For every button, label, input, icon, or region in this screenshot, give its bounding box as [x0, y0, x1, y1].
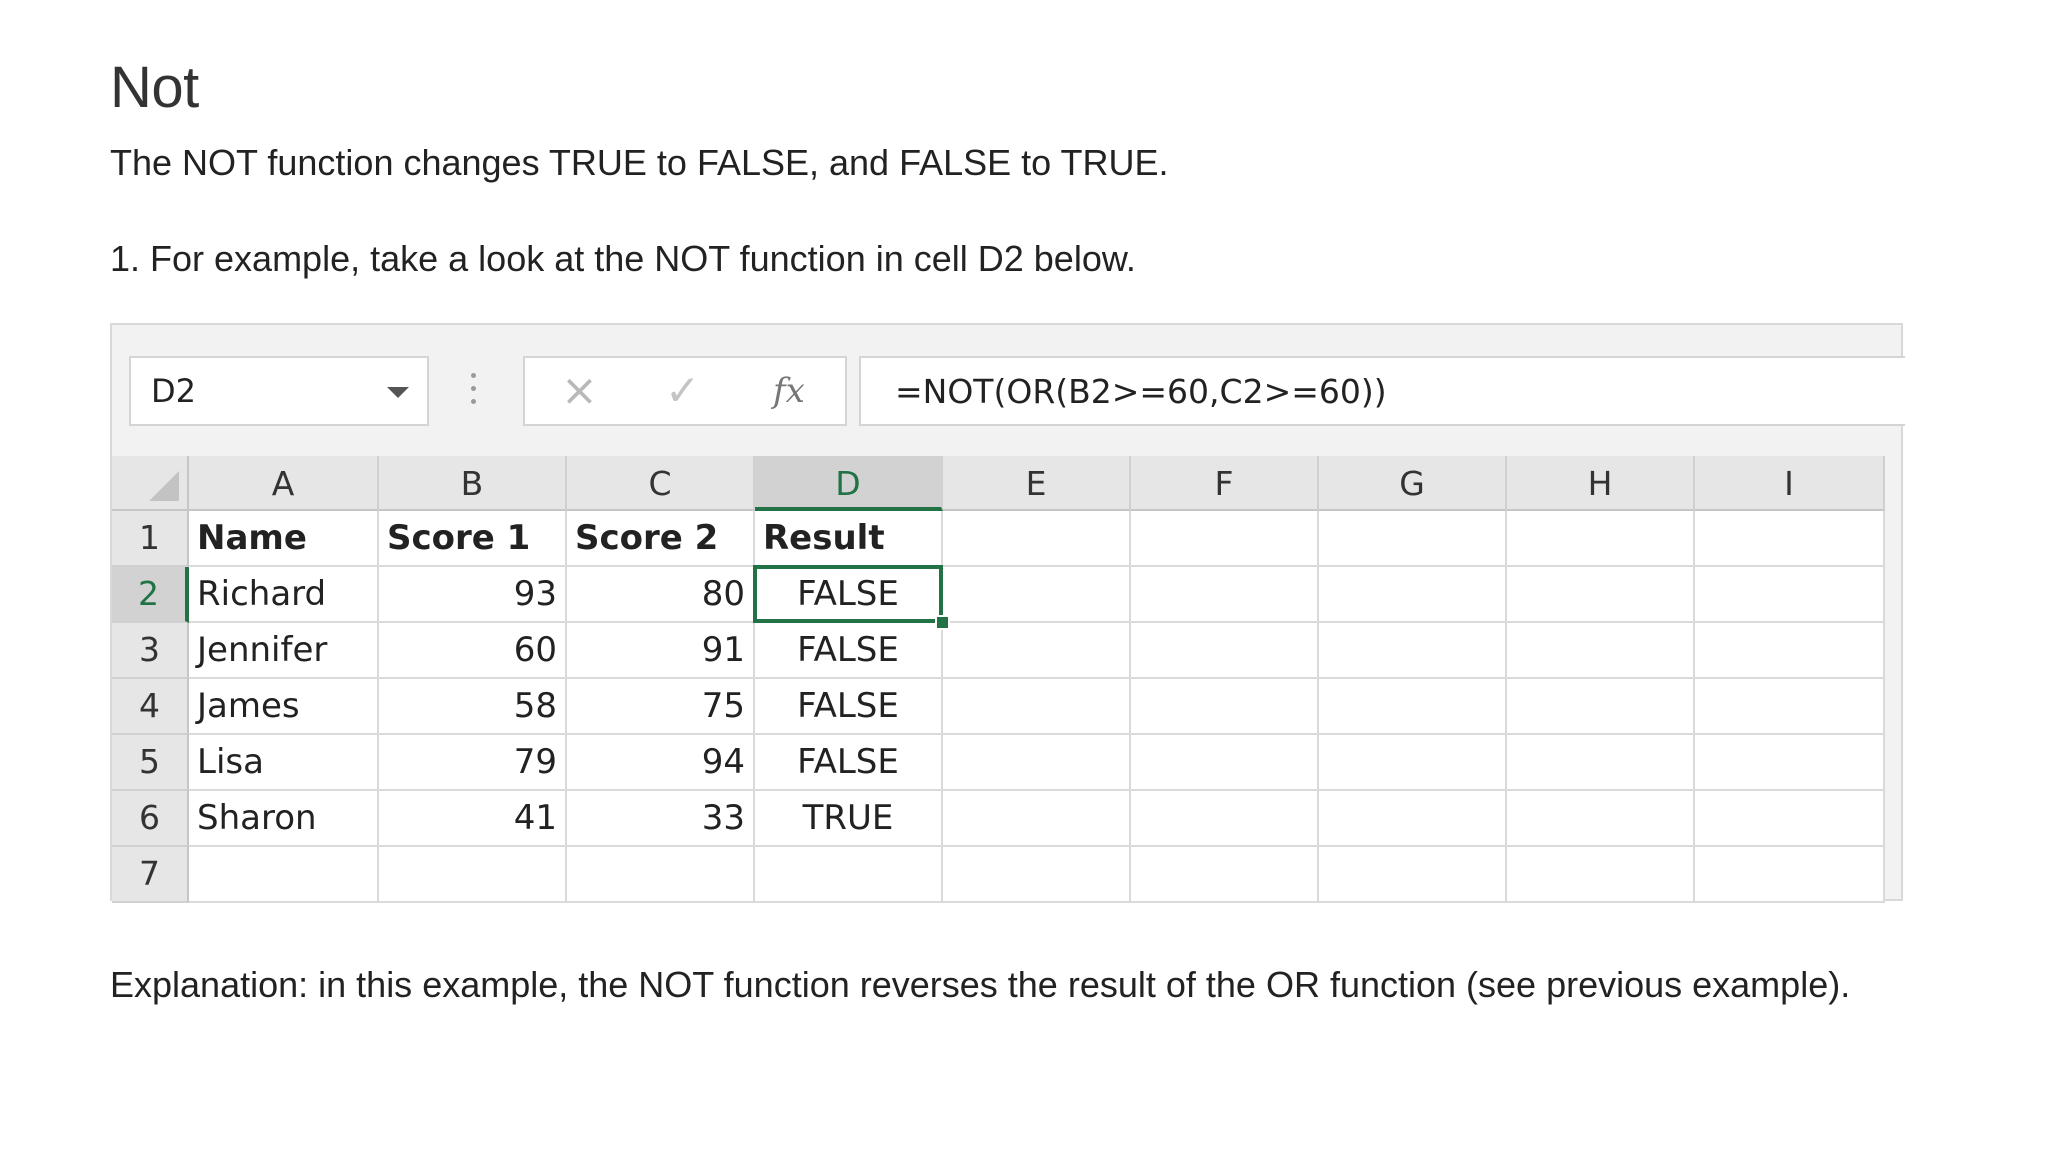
cell-a4[interactable]: James	[189, 679, 379, 735]
excel-screenshot: D2 × ✓ fx =NOT(OR(B2>=60,C2>=60)) ABCDEF…	[110, 323, 1905, 903]
cell-g7[interactable]	[1319, 847, 1507, 903]
cell-d4[interactable]: FALSE	[755, 679, 943, 735]
cell-h5[interactable]	[1507, 735, 1695, 791]
cell-c6[interactable]: 33	[567, 791, 755, 847]
name-box[interactable]: D2	[129, 356, 429, 426]
column-header-h[interactable]: H	[1507, 456, 1695, 511]
cell-a1[interactable]: Name	[189, 511, 379, 567]
cell-h2[interactable]	[1507, 567, 1695, 623]
cell-f5[interactable]	[1131, 735, 1319, 791]
cell-i2[interactable]	[1695, 567, 1885, 623]
cell-d3[interactable]: FALSE	[755, 623, 943, 679]
cell-e7[interactable]	[943, 847, 1131, 903]
cell-a5[interactable]: Lisa	[189, 735, 379, 791]
chevron-down-icon[interactable]	[387, 387, 409, 398]
cell-f2[interactable]	[1131, 567, 1319, 623]
insert-function-icon[interactable]: fx	[773, 368, 805, 414]
cell-h3[interactable]	[1507, 623, 1695, 679]
cell-g4[interactable]	[1319, 679, 1507, 735]
fill-handle[interactable]	[935, 615, 950, 630]
select-all-icon	[149, 471, 179, 501]
cell-a2[interactable]: Richard	[189, 567, 379, 623]
cell-g3[interactable]	[1319, 623, 1507, 679]
cell-a6[interactable]: Sharon	[189, 791, 379, 847]
row-header-7[interactable]: 7	[112, 847, 189, 903]
column-header-e[interactable]: E	[943, 456, 1131, 511]
row-header-6[interactable]: 6	[112, 791, 189, 847]
cell-g6[interactable]	[1319, 791, 1507, 847]
cell-i3[interactable]	[1695, 623, 1885, 679]
cell-b5[interactable]: 79	[379, 735, 567, 791]
cell-b7[interactable]	[379, 847, 567, 903]
cancel-icon[interactable]: ×	[561, 366, 598, 416]
cell-a3[interactable]: Jennifer	[189, 623, 379, 679]
cell-i5[interactable]	[1695, 735, 1885, 791]
cell-e5[interactable]	[943, 735, 1131, 791]
column-header-f[interactable]: F	[1131, 456, 1319, 511]
step-text: 1. For example, take a look at the NOT f…	[110, 238, 1136, 279]
cell-d1[interactable]: Result	[755, 511, 943, 567]
cell-h7[interactable]	[1507, 847, 1695, 903]
explanation-text: Explanation: in this example, the NOT fu…	[110, 964, 1851, 1005]
cell-c7[interactable]	[567, 847, 755, 903]
cell-f6[interactable]	[1131, 791, 1319, 847]
cell-f3[interactable]	[1131, 623, 1319, 679]
cell-b3[interactable]: 60	[379, 623, 567, 679]
cell-f1[interactable]	[1131, 511, 1319, 567]
select-all-corner[interactable]	[112, 456, 189, 511]
cell-i4[interactable]	[1695, 679, 1885, 735]
cell-i1[interactable]	[1695, 511, 1885, 567]
row-header-5[interactable]: 5	[112, 735, 189, 791]
cell-f7[interactable]	[1131, 847, 1319, 903]
cell-c5[interactable]: 94	[567, 735, 755, 791]
row-header-4[interactable]: 4	[112, 679, 189, 735]
formula-buttons: × ✓ fx	[523, 356, 847, 426]
cell-g2[interactable]	[1319, 567, 1507, 623]
formula-text: =NOT(OR(B2>=60,C2>=60))	[895, 372, 1387, 411]
cell-e3[interactable]	[943, 623, 1131, 679]
cell-b6[interactable]: 41	[379, 791, 567, 847]
cell-e1[interactable]	[943, 511, 1131, 567]
intro-text: The NOT function changes TRUE to FALSE, …	[110, 142, 1169, 183]
column-header-d[interactable]: D	[755, 456, 943, 511]
cell-b4[interactable]: 58	[379, 679, 567, 735]
cell-b1[interactable]: Score 1	[379, 511, 567, 567]
cell-c1[interactable]: Score 2	[567, 511, 755, 567]
spreadsheet-grid: A B C D E F G H I 1 Name Score 1 Score 2 Result 2 Richa…	[112, 456, 1901, 903]
cell-g1[interactable]	[1319, 511, 1507, 567]
cell-c4[interactable]: 75	[567, 679, 755, 735]
column-header-b[interactable]: B	[379, 456, 567, 511]
row-header-2[interactable]: 2	[112, 567, 189, 623]
more-vertical-icon[interactable]	[471, 373, 477, 409]
cell-i6[interactable]	[1695, 791, 1885, 847]
cell-h4[interactable]	[1507, 679, 1695, 735]
cell-e4[interactable]	[943, 679, 1131, 735]
checkmark-icon[interactable]: ✓	[665, 366, 700, 416]
cell-d6[interactable]: TRUE	[755, 791, 943, 847]
cell-d7[interactable]	[755, 847, 943, 903]
cell-f4[interactable]	[1131, 679, 1319, 735]
cell-h1[interactable]	[1507, 511, 1695, 567]
cell-e2[interactable]	[943, 567, 1131, 623]
column-header-a[interactable]: A	[189, 456, 379, 511]
cell-i7[interactable]	[1695, 847, 1885, 903]
formula-bar: D2 × ✓ fx =NOT(OR(B2>=60,C2>=60))	[112, 325, 1905, 456]
cell-b2[interactable]: 93	[379, 567, 567, 623]
column-header-c[interactable]: C	[567, 456, 755, 511]
row-header-3[interactable]: 3	[112, 623, 189, 679]
cell-d2[interactable]: FALSE	[755, 567, 943, 623]
column-header-g[interactable]: G	[1319, 456, 1507, 511]
column-header-i[interactable]: I	[1695, 456, 1885, 511]
cell-c3[interactable]: 91	[567, 623, 755, 679]
row-header-1[interactable]: 1	[112, 511, 189, 567]
cell-h6[interactable]	[1507, 791, 1695, 847]
name-box-value: D2	[151, 372, 196, 410]
cell-g5[interactable]	[1319, 735, 1507, 791]
cell-e6[interactable]	[943, 791, 1131, 847]
page-title: Not	[110, 55, 199, 120]
cell-c2[interactable]: 80	[567, 567, 755, 623]
formula-input[interactable]: =NOT(OR(B2>=60,C2>=60))	[859, 356, 1905, 426]
cell-a7[interactable]	[189, 847, 379, 903]
cell-d5[interactable]: FALSE	[755, 735, 943, 791]
